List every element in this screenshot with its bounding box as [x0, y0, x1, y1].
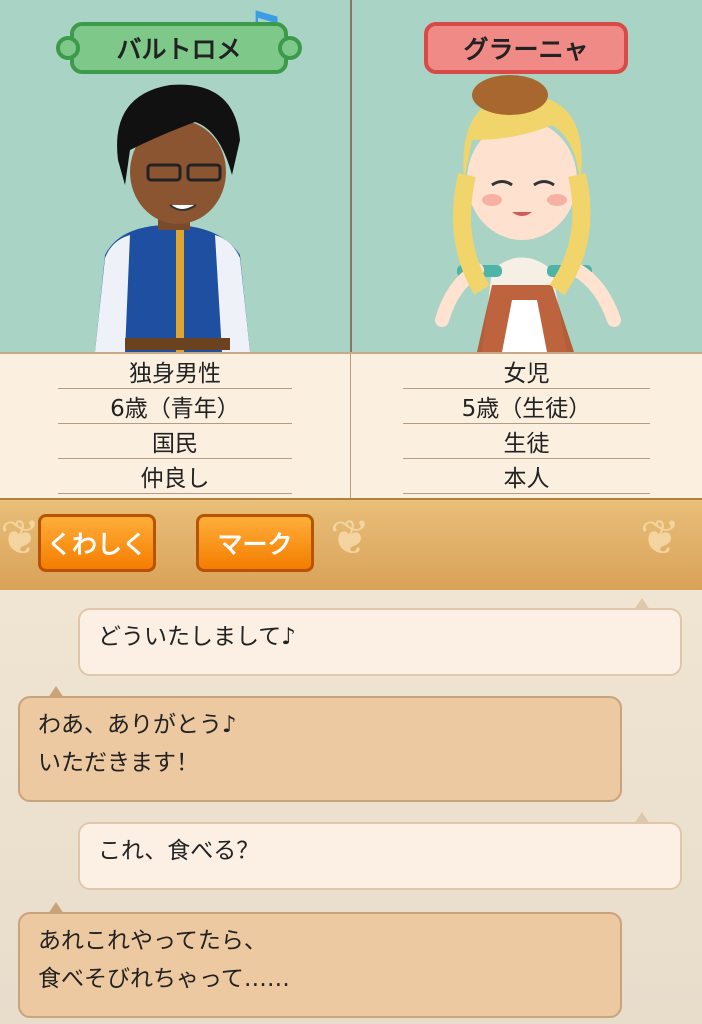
stat-role: 生徒	[403, 424, 650, 459]
message-line: これ、食べる？	[98, 838, 260, 864]
stat-age: 6歳（青年）	[58, 389, 292, 424]
chat-message-right: どういたしまして♪	[78, 598, 682, 676]
stat-status: 女児	[403, 354, 650, 389]
message-line: いただきます！	[38, 750, 199, 776]
right-character-pane[interactable]: グラーニャ	[350, 0, 702, 352]
chat-message-left: わあ、ありがとう♪ いただきます！	[18, 686, 622, 802]
message-line: どういたしまして♪	[98, 624, 296, 650]
right-stats: 女児 5歳（生徒） 生徒 本人	[350, 354, 702, 500]
left-character-pane[interactable]: ♫ バルトロメ	[0, 0, 350, 352]
portrait-area: ♫ バルトロメ グラーニャ	[0, 0, 702, 352]
mark-button[interactable]: マーク	[196, 514, 314, 572]
chat-message-right: これ、食べる？	[78, 812, 682, 890]
stat-role: 国民	[58, 424, 292, 459]
stat-relationship: 本人	[403, 459, 650, 494]
right-character-name: グラーニャ	[424, 22, 628, 74]
left-stats: 独身男性 6歳（青年） 国民 仲良し	[0, 354, 350, 500]
details-button[interactable]: くわしく	[38, 514, 156, 572]
message-line: わあ、ありがとう♪	[38, 712, 237, 738]
stat-status: 独身男性	[58, 354, 292, 389]
ornament-icon: ❦	[640, 510, 681, 566]
ornament-icon: ❦	[0, 510, 41, 566]
stat-relationship: 仲良し	[58, 459, 292, 494]
action-toolbar: ❦ ❦ ❦ くわしく マーク	[0, 498, 702, 592]
ornament-icon: ❦	[330, 510, 371, 566]
left-character-name: バルトロメ	[56, 22, 302, 74]
chat-message-left: あれこれやってたら、 食べそびれちゃって……	[18, 902, 622, 1018]
chat-log[interactable]: どういたしまして♪ わあ、ありがとう♪ いただきます！ これ、食べる？ あれこれ…	[0, 590, 702, 1024]
stat-age: 5歳（生徒）	[403, 389, 650, 424]
character-stats: 独身男性 6歳（青年） 国民 仲良し 女児 5歳（生徒） 生徒 本人	[0, 352, 702, 500]
message-line: 食べそびれちゃって……	[38, 966, 290, 992]
message-line: あれこれやってたら、	[38, 928, 267, 954]
